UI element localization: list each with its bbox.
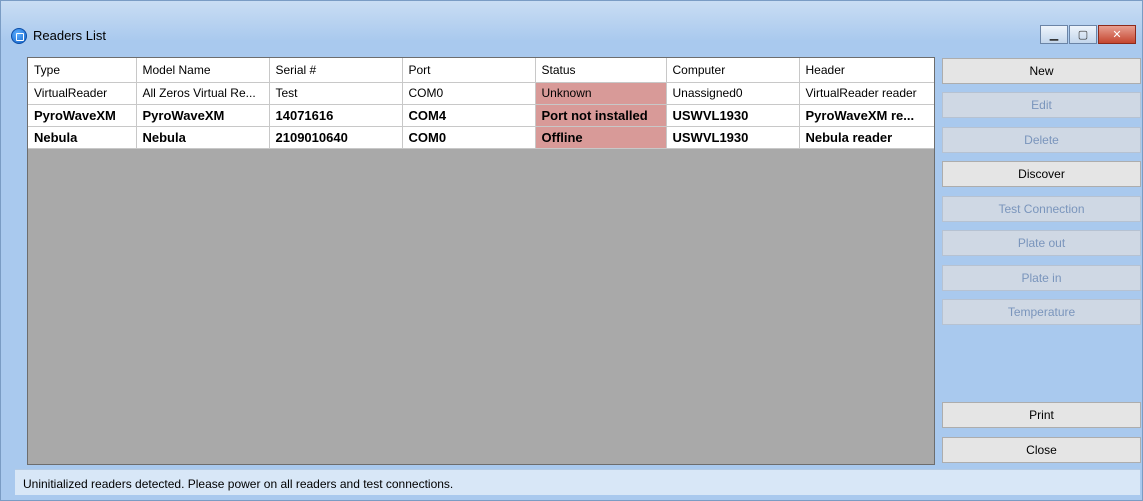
temperature-button[interactable]: Temperature <box>942 299 1141 325</box>
column-header-port[interactable]: Port <box>402 58 536 83</box>
readers-grid[interactable]: Type Model Name Serial # Port Status Com… <box>27 57 935 465</box>
minimize-button[interactable]: ▁ <box>1040 25 1068 44</box>
cell-serial[interactable]: 2109010640 <box>269 126 403 149</box>
column-header-model-name[interactable]: Model Name <box>136 58 270 83</box>
plate-out-button[interactable]: Plate out <box>942 230 1141 256</box>
column-header-type[interactable]: Type <box>28 58 137 83</box>
cell-header[interactable]: Nebula reader <box>799 126 934 149</box>
table-row[interactable]: Nebula Nebula 2109010640 COM0 Offline US… <box>28 126 934 149</box>
header-row: Type Model Name Serial # Port Status Com… <box>28 58 934 83</box>
cell-model-name[interactable]: PyroWaveXM <box>136 104 270 127</box>
close-button[interactable]: Close <box>942 437 1141 463</box>
status-bar: Uninitialized readers detected. Please p… <box>15 469 1140 495</box>
cell-header[interactable]: PyroWaveXM re... <box>799 104 934 127</box>
app-icon <box>11 28 27 44</box>
table-row[interactable]: PyroWaveXM PyroWaveXM 14071616 COM4 Port… <box>28 104 934 127</box>
caption-buttons: ▁ ▢ ✕ <box>1039 25 1136 47</box>
cell-type[interactable]: VirtualReader <box>28 82 137 105</box>
delete-button[interactable]: Delete <box>942 127 1141 153</box>
column-header-header[interactable]: Header <box>799 58 934 83</box>
readers-list-window: Readers List ▁ ▢ ✕ Type Model Name Seria… <box>0 0 1143 501</box>
window-title: Readers List <box>33 28 106 43</box>
table-row[interactable]: VirtualReader All Zeros Virtual Re... Te… <box>28 82 934 105</box>
new-button[interactable]: New <box>942 58 1141 84</box>
discover-button[interactable]: Discover <box>942 161 1141 187</box>
column-header-computer[interactable]: Computer <box>666 58 800 83</box>
cell-port[interactable]: COM4 <box>402 104 536 127</box>
cell-computer[interactable]: USWVL1930 <box>666 104 800 127</box>
edit-button[interactable]: Edit <box>942 92 1141 118</box>
cell-serial[interactable]: 14071616 <box>269 104 403 127</box>
test-connection-button[interactable]: Test Connection <box>942 196 1141 222</box>
cell-port[interactable]: COM0 <box>402 126 536 149</box>
close-window-button[interactable]: ✕ <box>1098 25 1136 44</box>
cell-serial[interactable]: Test <box>269 82 403 105</box>
print-button[interactable]: Print <box>942 402 1141 428</box>
title-bar[interactable]: Readers List ▁ ▢ ✕ <box>1 1 1142 44</box>
cell-port[interactable]: COM0 <box>402 82 536 105</box>
cell-model-name[interactable]: Nebula <box>136 126 270 149</box>
column-header-status[interactable]: Status <box>535 58 667 83</box>
cell-status[interactable]: Offline <box>535 126 667 149</box>
column-header-serial[interactable]: Serial # <box>269 58 403 83</box>
cell-header[interactable]: VirtualReader reader <box>799 82 934 105</box>
cell-type[interactable]: PyroWaveXM <box>28 104 137 127</box>
cell-computer[interactable]: USWVL1930 <box>666 126 800 149</box>
cell-computer[interactable]: Unassigned0 <box>666 82 800 105</box>
status-message: Uninitialized readers detected. Please p… <box>23 477 454 491</box>
plate-in-button[interactable]: Plate in <box>942 265 1141 291</box>
cell-model-name[interactable]: All Zeros Virtual Re... <box>136 82 270 105</box>
cell-status[interactable]: Port not installed <box>535 104 667 127</box>
readers-table: Type Model Name Serial # Port Status Com… <box>28 58 934 149</box>
cell-status[interactable]: Unknown <box>535 82 667 105</box>
cell-type[interactable]: Nebula <box>28 126 137 149</box>
maximize-button[interactable]: ▢ <box>1069 25 1097 44</box>
